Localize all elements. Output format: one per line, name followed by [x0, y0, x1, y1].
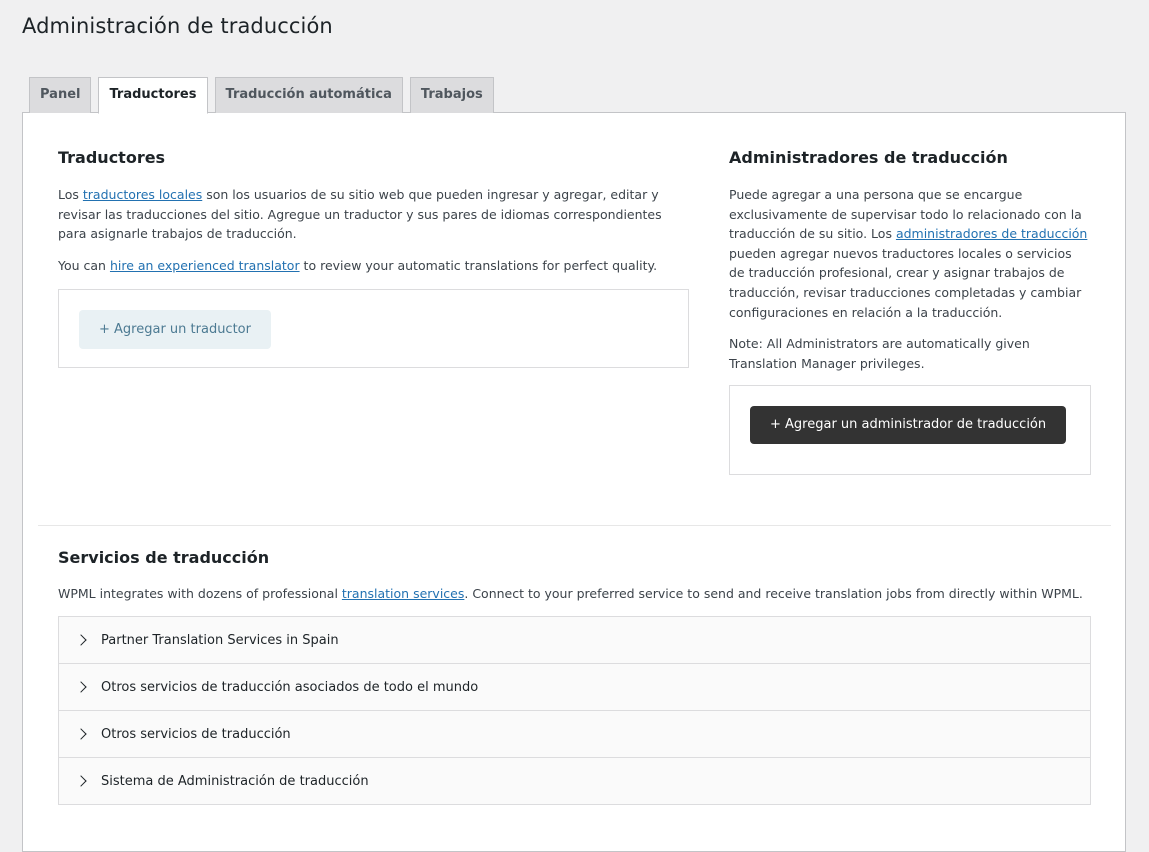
translators-intro-before: Los — [58, 187, 83, 202]
translation-managers-link[interactable]: administradores de traducción — [896, 226, 1087, 241]
accordion-item-label: Otros servicios de traducción asociados … — [101, 679, 479, 695]
add-manager-button[interactable]: + Agregar un administrador de traducción — [750, 406, 1067, 444]
managers-desc-after: pueden agregar nuevos traductores locale… — [729, 245, 1082, 320]
services-description: WPML integrates with dozens of professio… — [58, 584, 1098, 604]
content-panel: Traductores Los traductores locales son … — [22, 112, 1126, 852]
local-translators-link[interactable]: traductores locales — [83, 187, 202, 202]
tab-translators[interactable]: Traductores — [98, 77, 208, 114]
accordion-item-partner-worldwide[interactable]: Otros servicios de traducción asociados … — [59, 664, 1090, 711]
accordion-item-other-services[interactable]: Otros servicios de traducción — [59, 711, 1090, 758]
add-translator-button[interactable]: + Agregar un traductor — [79, 310, 271, 349]
hire-translator-text: You can hire an experienced translator t… — [58, 256, 698, 276]
managers-title: Administradores de traducción — [729, 148, 1008, 167]
chevron-right-icon — [75, 775, 87, 787]
services-accordion: Partner Translation Services in Spain Ot… — [58, 616, 1091, 805]
tab-jobs[interactable]: Trabajos — [409, 77, 494, 113]
managers-description: Puede agregar a una persona que se encar… — [729, 185, 1091, 322]
tab-automatic-translation[interactable]: Traducción automática — [214, 77, 403, 113]
page-title: Administración de traducción — [22, 14, 333, 38]
accordion-item-label: Partner Translation Services in Spain — [101, 632, 339, 648]
add-manager-box: + Agregar un administrador de traducción — [729, 385, 1091, 475]
tab-panel[interactable]: Panel — [29, 77, 92, 113]
chevron-right-icon — [75, 634, 87, 646]
managers-note: Note: All Administrators are automatical… — [729, 336, 1030, 371]
services-desc-after: . Connect to your preferred service to s… — [464, 586, 1083, 601]
hire-translator-link[interactable]: hire an experienced translator — [110, 258, 300, 273]
translation-services-link[interactable]: translation services — [342, 586, 464, 601]
translators-intro: Los traductores locales son los usuarios… — [58, 185, 686, 244]
accordion-item-label: Sistema de Administración de traducción — [101, 773, 369, 789]
chevron-right-icon — [75, 728, 87, 740]
accordion-item-label: Otros servicios de traducción — [101, 726, 291, 742]
hire-text-after: to review your automatic translations fo… — [299, 258, 658, 273]
hire-text-before: You can — [58, 258, 110, 273]
add-translator-box: + Agregar un traductor — [58, 289, 689, 368]
accordion-item-tms[interactable]: Sistema de Administración de traducción — [59, 758, 1090, 804]
section-divider — [38, 525, 1111, 526]
services-desc-before: WPML integrates with dozens of professio… — [58, 586, 342, 601]
services-title: Servicios de traducción — [58, 548, 270, 567]
nav-tabs: Panel Traductores Traducción automática … — [29, 77, 494, 114]
chevron-right-icon — [75, 681, 87, 693]
accordion-item-partner-spain[interactable]: Partner Translation Services in Spain — [59, 617, 1090, 664]
translators-title: Traductores — [58, 148, 166, 167]
